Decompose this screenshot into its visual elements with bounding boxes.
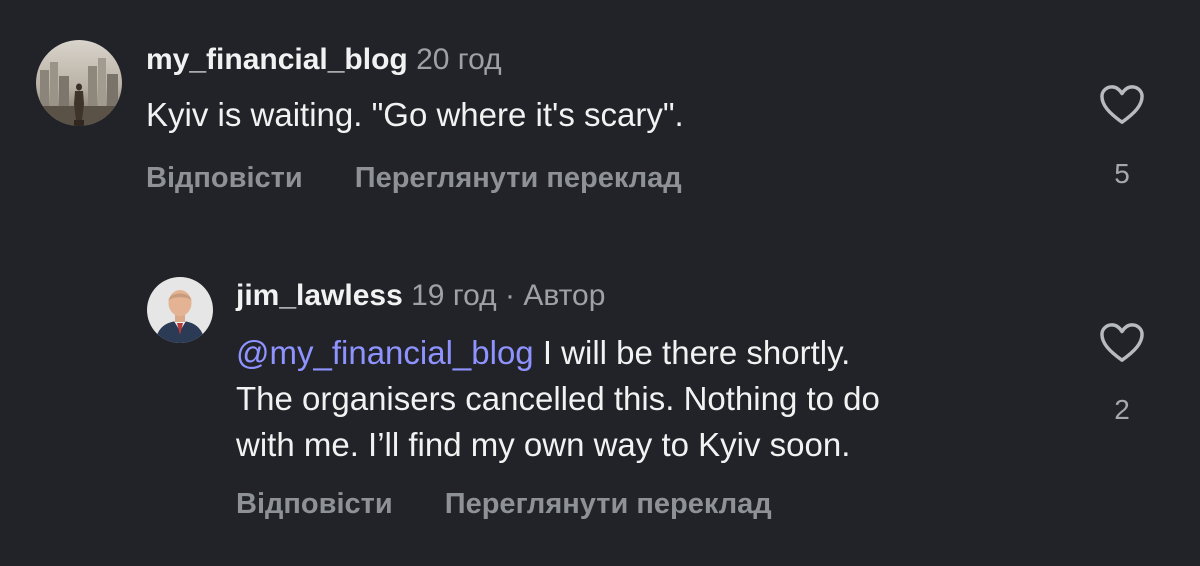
heart-icon[interactable]	[1099, 322, 1145, 364]
comment-text-line: @my_financial_blog I will be there short…	[236, 330, 880, 376]
man-in-suit-avatar-icon	[147, 277, 213, 343]
mention-link[interactable]: @my_financial_blog	[236, 334, 534, 371]
author-badge: Автор	[523, 279, 606, 312]
timestamp: 19 год	[411, 279, 497, 312]
comment-text-segment: I will be there shortly.	[533, 334, 851, 371]
reply-button[interactable]: Відповісти	[146, 160, 303, 196]
like-control[interactable]: 5	[1098, 84, 1146, 190]
comment-meta: my_financial_blog 20 год	[146, 42, 502, 78]
username[interactable]: jim_lawless	[236, 279, 403, 312]
reply-button[interactable]: Відповісти	[236, 486, 393, 522]
comment-actions: Відповісти Переглянути переклад	[146, 160, 682, 196]
city-skyline-avatar-icon	[36, 40, 122, 126]
comment-text-line: with me. I’ll find my own way to Kyiv so…	[236, 426, 851, 463]
avatar[interactable]	[147, 277, 213, 343]
comment-text-line: The organisers cancelled this. Nothing t…	[236, 380, 880, 417]
see-translation-button[interactable]: Переглянути переклад	[445, 486, 772, 522]
heart-icon[interactable]	[1099, 84, 1145, 126]
comment-item: my_financial_blog 20 год Kyiv is waiting…	[0, 0, 1200, 230]
separator-dot: ·	[505, 279, 515, 312]
reply-item: jim_lawless 19 год · Автор @my_financial…	[0, 250, 1200, 566]
comment-actions: Відповісти Переглянути переклад	[236, 486, 772, 522]
timestamp: 20 год	[416, 43, 502, 76]
username[interactable]: my_financial_blog	[146, 43, 408, 76]
like-control[interactable]: 2	[1098, 322, 1146, 426]
like-count: 2	[1114, 394, 1130, 425]
comment-text: Kyiv is waiting. "Go where it's scary".	[146, 96, 684, 133]
comment-meta: jim_lawless 19 год · Автор	[236, 278, 605, 314]
comment-text: @my_financial_blog I will be there short…	[236, 330, 880, 468]
avatar[interactable]	[36, 40, 122, 126]
like-count: 5	[1114, 158, 1130, 189]
see-translation-button[interactable]: Переглянути переклад	[355, 160, 682, 196]
